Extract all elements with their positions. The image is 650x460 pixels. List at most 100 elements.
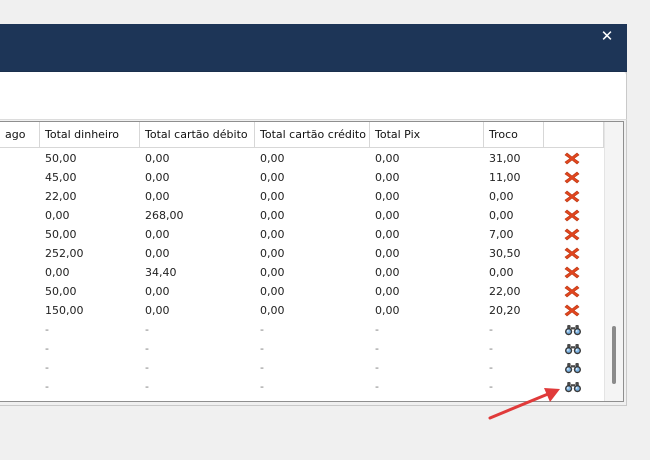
- cell-dinheiro: -: [45, 361, 49, 374]
- cell-troco: 22,00: [489, 285, 521, 298]
- table-row[interactable]: 50,00 0,00 0,00 0,00 7,00: [0, 225, 604, 244]
- table-row[interactable]: 0,00 268,00 0,00 0,00 0,00: [0, 206, 604, 225]
- cell-credito: 0,00: [260, 304, 285, 317]
- filter-panel: [0, 72, 627, 120]
- cell-troco: 0,00: [489, 190, 514, 203]
- column-header-total-pix[interactable]: Total Pix: [370, 122, 484, 148]
- cell-pix: -: [375, 323, 379, 336]
- cell-credito: 0,00: [260, 152, 285, 165]
- cell-debito: 0,00: [145, 304, 170, 317]
- close-button[interactable]: ✕: [599, 28, 615, 44]
- cell-pix: 0,00: [375, 152, 400, 165]
- binoculars-icon[interactable]: [564, 324, 582, 339]
- cell-debito: 34,40: [145, 266, 177, 279]
- cell-dinheiro: 252,00: [45, 247, 84, 260]
- grid-header: ago Total dinheiro Total cartão débito T…: [0, 122, 604, 148]
- table-row[interactable]: 50,00 0,00 0,00 0,00 31,00: [0, 149, 604, 168]
- column-header-acao: [544, 122, 604, 148]
- column-header-total-cartao-debito[interactable]: Total cartão débito: [140, 122, 255, 148]
- column-header-total-dinheiro[interactable]: Total dinheiro: [40, 122, 140, 148]
- cell-credito: 0,00: [260, 285, 285, 298]
- payments-grid: ago Total dinheiro Total cartão débito T…: [0, 121, 624, 402]
- cell-dinheiro: 50,00: [45, 285, 77, 298]
- table-row[interactable]: -----: [0, 339, 604, 358]
- column-header-total-cartao-credito[interactable]: Total cartão crédito: [255, 122, 370, 148]
- table-row[interactable]: 0,00 34,40 0,00 0,00 0,00: [0, 263, 604, 282]
- table-row[interactable]: -----: [0, 320, 604, 339]
- cell-troco: -: [489, 323, 493, 336]
- cell-dinheiro: 0,00: [45, 266, 70, 279]
- delete-x-icon[interactable]: [564, 303, 582, 318]
- delete-x-icon[interactable]: [564, 265, 582, 280]
- cell-dinheiro: 50,00: [45, 228, 77, 241]
- table-row[interactable]: 252,00 0,00 0,00 0,00 30,50: [0, 244, 604, 263]
- table-row[interactable]: 150,00 0,00 0,00 0,00 20,20: [0, 301, 604, 320]
- close-icon: ✕: [600, 27, 614, 45]
- cell-debito: -: [145, 342, 149, 355]
- cell-pix: 0,00: [375, 228, 400, 241]
- cell-pix: 0,00: [375, 266, 400, 279]
- cell-debito: -: [145, 361, 149, 374]
- cell-debito: 0,00: [145, 152, 170, 165]
- cell-pix: -: [375, 361, 379, 374]
- table-row[interactable]: 45,00 0,00 0,00 0,00 11,00: [0, 168, 604, 187]
- scrollbar-thumb[interactable]: [612, 326, 616, 384]
- cell-dinheiro: 45,00: [45, 171, 77, 184]
- delete-x-icon[interactable]: [564, 151, 582, 166]
- cell-troco: -: [489, 361, 493, 374]
- binoculars-icon[interactable]: [564, 343, 582, 358]
- cell-pix: 0,00: [375, 304, 400, 317]
- binoculars-icon[interactable]: [564, 362, 582, 377]
- grid-rows: 50,00 0,00 0,00 0,00 31,00 45,00 0,00 0,00 0,00 1…: [0, 149, 604, 396]
- delete-x-icon[interactable]: [564, 170, 582, 185]
- delete-x-icon[interactable]: [564, 246, 582, 261]
- cell-debito: 268,00: [145, 209, 184, 222]
- annotation-arrow-icon: [488, 388, 560, 420]
- delete-x-icon[interactable]: [564, 227, 582, 242]
- binoculars-icon[interactable]: [564, 381, 582, 396]
- cell-pix: -: [375, 380, 379, 393]
- cell-pix: 0,00: [375, 285, 400, 298]
- cell-credito: 0,00: [260, 266, 285, 279]
- cell-credito: -: [260, 361, 264, 374]
- cell-credito: -: [260, 342, 264, 355]
- dialog-titlebar: ✕: [0, 24, 627, 72]
- cell-pix: 0,00: [375, 247, 400, 260]
- cell-credito: 0,00: [260, 209, 285, 222]
- cell-debito: -: [145, 380, 149, 393]
- cell-pix: -: [375, 342, 379, 355]
- vertical-scrollbar[interactable]: [604, 122, 623, 401]
- cell-dinheiro: -: [45, 380, 49, 393]
- table-row[interactable]: 22,00 0,00 0,00 0,00 0,00: [0, 187, 604, 206]
- cell-debito: 0,00: [145, 228, 170, 241]
- table-row[interactable]: -----: [0, 358, 604, 377]
- delete-x-icon[interactable]: [564, 189, 582, 204]
- cell-dinheiro: 150,00: [45, 304, 84, 317]
- cell-troco: 0,00: [489, 266, 514, 279]
- cell-dinheiro: 22,00: [45, 190, 77, 203]
- delete-x-icon[interactable]: [564, 208, 582, 223]
- cell-dinheiro: -: [45, 342, 49, 355]
- cell-troco: 11,00: [489, 171, 521, 184]
- cell-debito: 0,00: [145, 171, 170, 184]
- cell-dinheiro: 0,00: [45, 209, 70, 222]
- cell-troco: 20,20: [489, 304, 521, 317]
- column-header-troco[interactable]: Troco: [484, 122, 544, 148]
- cell-troco: -: [489, 342, 493, 355]
- cell-credito: -: [260, 323, 264, 336]
- cell-pix: 0,00: [375, 171, 400, 184]
- cell-debito: 0,00: [145, 285, 170, 298]
- cell-credito: 0,00: [260, 228, 285, 241]
- cell-credito: 0,00: [260, 171, 285, 184]
- cell-debito: 0,00: [145, 190, 170, 203]
- cell-troco: 30,50: [489, 247, 521, 260]
- cell-dinheiro: -: [45, 323, 49, 336]
- cell-debito: -: [145, 323, 149, 336]
- table-row[interactable]: 50,00 0,00 0,00 0,00 22,00: [0, 282, 604, 301]
- cell-credito: 0,00: [260, 247, 285, 260]
- delete-x-icon[interactable]: [564, 284, 582, 299]
- screen: ✕ ago Total dinheiro Total cartão débito…: [0, 0, 650, 460]
- cell-dinheiro: 50,00: [45, 152, 77, 165]
- cell-credito: 0,00: [260, 190, 285, 203]
- column-header-pago[interactable]: ago: [0, 122, 40, 148]
